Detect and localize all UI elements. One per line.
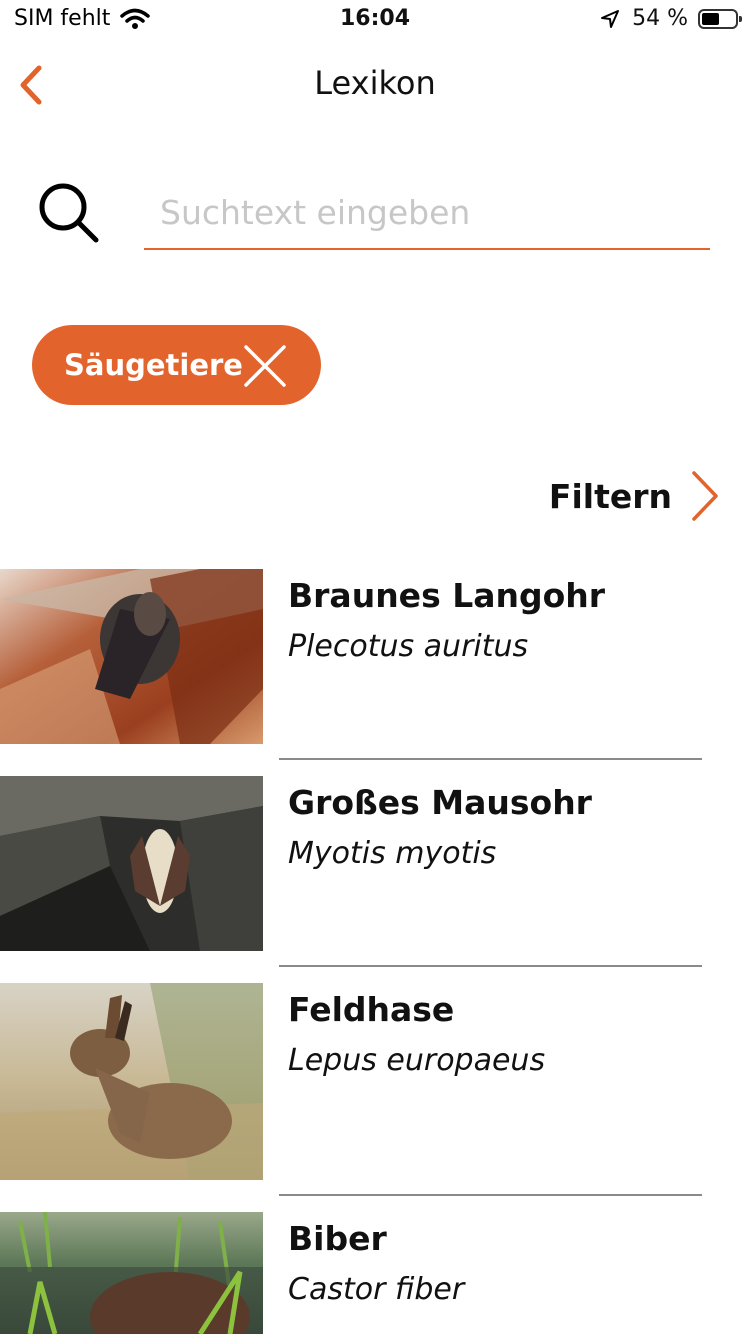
separator bbox=[279, 965, 702, 967]
nav-bar: Lexikon bbox=[0, 50, 750, 120]
item-text: Feldhase Lepus europaeus bbox=[288, 983, 710, 1083]
battery-tip bbox=[739, 15, 742, 22]
close-icon[interactable] bbox=[243, 344, 287, 388]
item-text: Braunes Langohr Plecotus auritus bbox=[288, 569, 710, 669]
list-item[interactable]: Feldhase Lepus europaeus bbox=[0, 983, 750, 1196]
common-name: Großes Mausohr bbox=[288, 783, 592, 822]
common-name: Feldhase bbox=[288, 990, 455, 1029]
species-thumbnail-hare bbox=[0, 983, 263, 1180]
search-input[interactable] bbox=[144, 176, 710, 250]
list-item[interactable]: Großes Mausohr Myotis myotis bbox=[0, 776, 750, 967]
latin-name: Lepus europaeus bbox=[288, 1043, 546, 1078]
status-right: 54 % bbox=[600, 6, 742, 31]
list-item[interactable]: Braunes Langohr Plecotus auritus bbox=[0, 569, 750, 760]
battery-icon bbox=[698, 8, 742, 29]
latin-name: Myotis myotis bbox=[288, 836, 497, 871]
chevron-right-icon bbox=[692, 471, 718, 521]
item-text: Biber Castor fiber bbox=[288, 1212, 710, 1312]
filter-button[interactable]: Filtern bbox=[549, 468, 720, 524]
active-filter-chip[interactable]: Säugetiere bbox=[32, 325, 321, 405]
battery-percent: 54 % bbox=[632, 6, 688, 31]
species-thumbnail-bat bbox=[0, 569, 263, 744]
separator bbox=[279, 1194, 702, 1196]
species-thumbnail-beaver bbox=[0, 1212, 263, 1334]
latin-name: Plecotus auritus bbox=[288, 629, 529, 664]
filter-label: Filtern bbox=[548, 476, 672, 516]
separator bbox=[279, 758, 702, 760]
status-bar: SIM fehlt 16:04 54 % bbox=[0, 0, 750, 44]
page-title: Lexikon bbox=[314, 64, 436, 102]
search-icon[interactable] bbox=[36, 180, 102, 246]
lexikon-screen: SIM fehlt 16:04 54 % Lexikon Suchtext ei… bbox=[0, 0, 750, 1334]
location-arrow-icon bbox=[601, 9, 620, 28]
latin-name: Castor fiber bbox=[288, 1272, 465, 1307]
chip-label: Säugetiere bbox=[64, 348, 243, 382]
species-thumbnail-bat-rock bbox=[0, 776, 263, 951]
list-item[interactable]: Biber Castor fiber bbox=[0, 1212, 750, 1334]
common-name: Biber bbox=[288, 1219, 387, 1258]
common-name: Braunes Langohr bbox=[288, 576, 606, 615]
item-text: Großes Mausohr Myotis myotis bbox=[288, 776, 710, 876]
battery-fill bbox=[702, 12, 719, 25]
